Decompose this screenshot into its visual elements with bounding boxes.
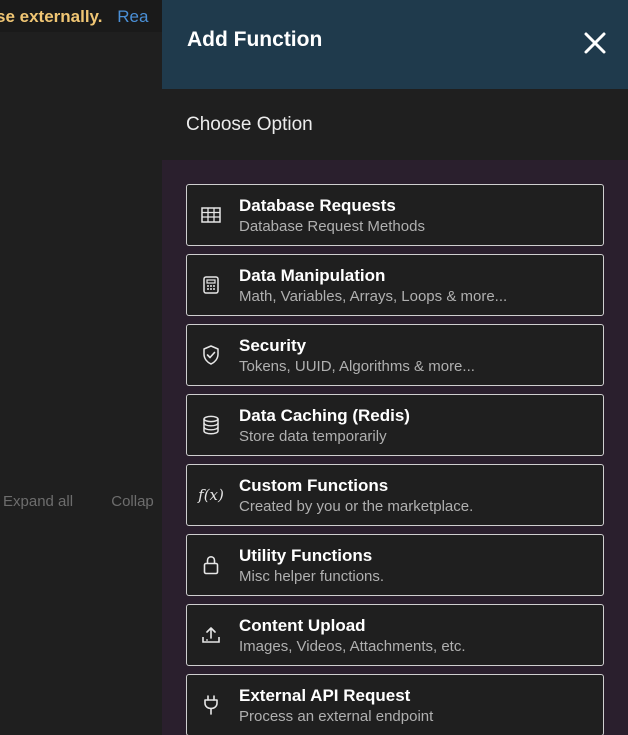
option-data-caching[interactable]: Data Caching (Redis) Store data temporar… bbox=[186, 394, 604, 456]
collapse-all-link[interactable]: Collap bbox=[111, 493, 154, 510]
option-utility-functions[interactable]: Utility Functions Misc helper functions. bbox=[186, 534, 604, 596]
lock-icon bbox=[201, 555, 221, 575]
drawer-title: Add Function bbox=[187, 28, 323, 51]
database-icon bbox=[201, 415, 221, 435]
option-description: Misc helper functions. bbox=[239, 568, 385, 585]
calculator-icon bbox=[201, 275, 221, 295]
option-description: Created by you or the marketplace. bbox=[239, 498, 474, 515]
option-description: Process an external endpoint bbox=[239, 708, 434, 725]
option-title: Security bbox=[239, 336, 307, 355]
plug-icon bbox=[201, 695, 221, 715]
section-title: Choose Option bbox=[186, 114, 313, 135]
upload-icon bbox=[201, 625, 221, 645]
option-title: External API Request bbox=[239, 686, 411, 705]
close-icon bbox=[584, 32, 606, 54]
option-description: Store data temporarily bbox=[239, 428, 387, 445]
banner-link[interactable]: Rea bbox=[117, 7, 148, 26]
option-description: Tokens, UUID, Algorithms & more... bbox=[239, 358, 475, 375]
option-title: Database Requests bbox=[239, 196, 396, 215]
expand-all-link[interactable]: Expand all bbox=[3, 493, 73, 510]
option-security[interactable]: Security Tokens, UUID, Algorithms & more… bbox=[186, 324, 604, 386]
table-icon bbox=[201, 205, 221, 225]
options-list: Database Requests Database Request Metho… bbox=[162, 160, 628, 735]
option-description: Images, Videos, Attachments, etc. bbox=[239, 638, 466, 655]
option-external-api-request[interactable]: External API Request Process an external… bbox=[186, 674, 604, 735]
background-banner: se externally. Rea bbox=[0, 0, 162, 32]
option-title: Data Manipulation bbox=[239, 266, 386, 285]
shield-check-icon bbox=[201, 345, 221, 365]
option-description: Math, Variables, Arrays, Loops & more... bbox=[239, 288, 508, 305]
option-data-manipulation[interactable]: Data Manipulation Math, Variables, Array… bbox=[186, 254, 604, 316]
option-description: Database Request Methods bbox=[239, 218, 425, 235]
add-function-drawer: Add Function Choose Option Database Requ… bbox=[162, 0, 628, 735]
function-icon: f(x) bbox=[198, 486, 224, 504]
close-button[interactable] bbox=[582, 30, 608, 56]
option-title: Utility Functions bbox=[239, 546, 373, 565]
option-custom-functions[interactable]: f(x) Custom Functions Created by you or … bbox=[186, 464, 604, 526]
background-controls: Expand all Collap bbox=[0, 493, 162, 510]
option-database-requests[interactable]: Database Requests Database Request Metho… bbox=[186, 184, 604, 246]
drawer-header: Add Function bbox=[162, 0, 628, 89]
option-title: Data Caching (Redis) bbox=[239, 406, 410, 425]
option-content-upload[interactable]: Content Upload Images, Videos, Attachmen… bbox=[186, 604, 604, 666]
banner-text: se externally. bbox=[0, 7, 103, 26]
option-title: Content Upload bbox=[239, 616, 366, 635]
section-header: Choose Option bbox=[162, 89, 628, 160]
option-title: Custom Functions bbox=[239, 476, 389, 495]
